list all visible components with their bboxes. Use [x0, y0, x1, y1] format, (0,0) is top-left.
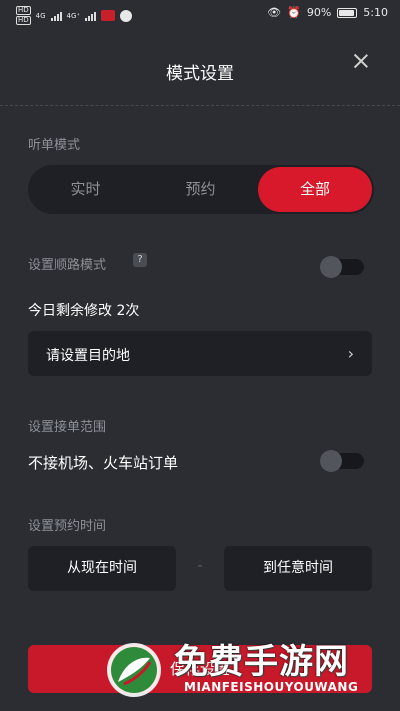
clock: 5:10: [363, 6, 388, 19]
order-mode-label: 听单模式: [28, 138, 81, 153]
remaining-changes-text: 今日剩余修改 2次: [28, 303, 140, 319]
status-left: HD HD 4G 4G⁺: [16, 6, 133, 25]
chevron-right-icon: ›: [347, 344, 354, 363]
order-mode-selector: 实时 预约 全部: [28, 165, 374, 214]
route-mode-toggle[interactable]: [320, 256, 364, 278]
reservation-time-label: 设置预约时间: [28, 519, 107, 534]
notification-icon: [120, 9, 133, 22]
battery-icon: [337, 7, 358, 18]
order-mode-option-all[interactable]: 全部: [258, 167, 372, 212]
end-time-button[interactable]: 到任意时间: [224, 546, 372, 591]
help-icon[interactable]: ?: [133, 253, 147, 267]
exclude-toggle-knob: [320, 450, 342, 472]
range-label: 设置接单范围: [28, 420, 107, 435]
route-mode-toggle-knob: [320, 256, 342, 278]
exclude-airport-station-text: 不接机场、火车站订单: [28, 454, 179, 472]
destination-placeholder: 请设置目的地: [46, 348, 130, 364]
save-button[interactable]: 保存设置: [28, 645, 372, 693]
eye-icon: 👁: [267, 6, 282, 19]
order-mode-option-reservation[interactable]: 预约: [143, 165, 258, 214]
status-right: 👁 ⏰ 90% 5:10: [267, 6, 388, 19]
sim1-badge: HD: [16, 6, 31, 15]
battery-percent: 90%: [306, 6, 332, 19]
exclude-airport-station-toggle[interactable]: [320, 450, 364, 472]
status-bar: HD HD 4G 4G⁺ 👁 ⏰ 90% 5:10: [0, 0, 400, 28]
network2-label: 4G⁺: [66, 11, 81, 20]
app-notification-icon: [101, 10, 116, 21]
alarm-icon: ⏰: [287, 6, 301, 19]
network1-label: 4G: [35, 11, 46, 20]
time-separator: -: [197, 558, 203, 574]
destination-field[interactable]: 请设置目的地 ›: [28, 331, 372, 376]
close-icon[interactable]: [350, 50, 372, 72]
order-mode-option-realtime[interactable]: 实时: [28, 165, 143, 214]
battery-fill: [339, 9, 354, 16]
signal2-icon: [85, 11, 97, 21]
sim2-badge: HD: [16, 16, 31, 25]
sim-indicators: HD HD: [16, 6, 31, 25]
route-mode-label: 设置顺路模式: [28, 258, 107, 273]
start-time-button[interactable]: 从现在时间: [28, 546, 176, 591]
header: 模式设置: [0, 28, 400, 106]
signal1-icon: [50, 11, 62, 21]
page-title: 模式设置: [166, 64, 234, 84]
